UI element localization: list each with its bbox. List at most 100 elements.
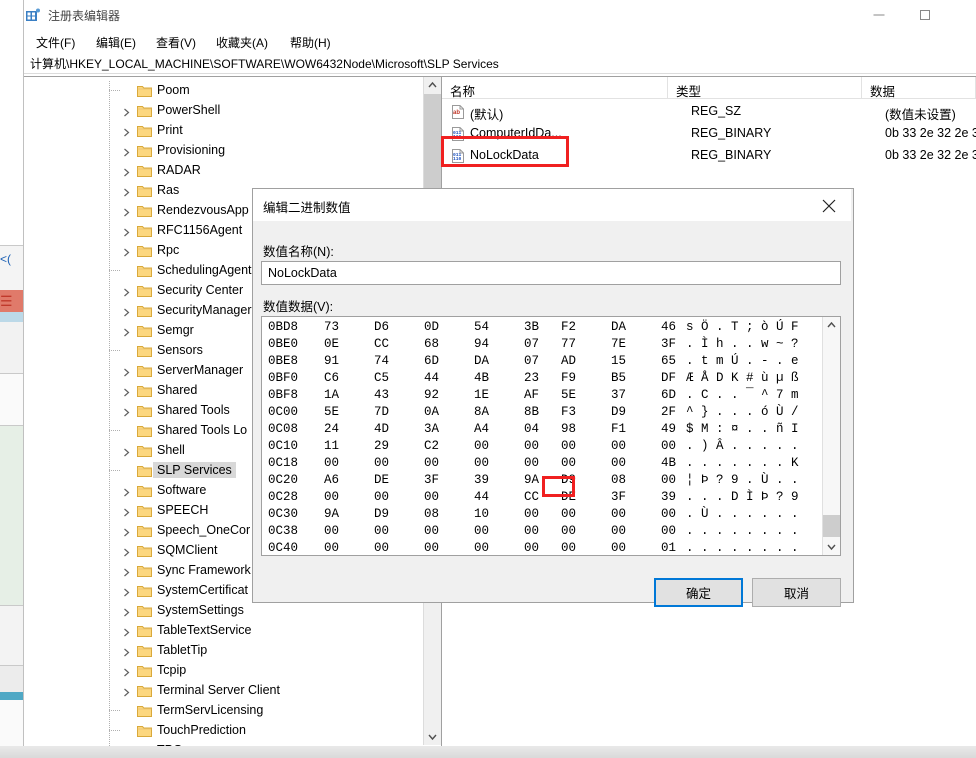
chevron-right-icon[interactable] [122, 126, 131, 137]
tree-node-print[interactable]: Print [24, 121, 424, 141]
tree-node-systemsettings[interactable]: SystemSettings [24, 601, 424, 621]
hex-byte[interactable]: D9 [561, 473, 576, 487]
hex-byte[interactable]: 00 [524, 439, 539, 453]
hex-byte[interactable]: 08 [611, 473, 626, 487]
hex-byte[interactable]: CC [374, 337, 389, 351]
hex-byte[interactable]: 4B [661, 456, 676, 470]
hex-byte[interactable]: DF [661, 371, 676, 385]
hex-byte[interactable]: 00 [561, 524, 576, 538]
hex-byte[interactable]: A4 [474, 422, 489, 436]
hex-byte[interactable]: D9 [611, 405, 626, 419]
table-row[interactable]: 011 110 ComputerIdDa... REG_BINARY 0b 33 2e … [442, 123, 976, 145]
hex-byte[interactable]: 0D [424, 320, 439, 334]
hex-byte[interactable]: 00 [424, 490, 439, 504]
close-button[interactable] [948, 0, 976, 30]
chevron-right-icon[interactable] [122, 386, 131, 397]
hex-byte[interactable]: 8A [474, 405, 489, 419]
hex-byte[interactable]: 00 [561, 456, 576, 470]
menu-favorites[interactable]: 收藏夹(A) [212, 33, 272, 52]
hex-byte[interactable]: 4D [374, 422, 389, 436]
hex-byte[interactable]: 00 [524, 524, 539, 538]
hex-byte[interactable]: F9 [561, 371, 576, 385]
address-bar[interactable]: 计算机\HKEY_LOCAL_MACHINE\SOFTWARE\WOW6432N… [24, 53, 976, 74]
tree-node-tabletextservice[interactable]: TableTextService [24, 621, 424, 641]
hex-byte[interactable]: 00 [524, 541, 539, 555]
hex-byte[interactable]: 0A [424, 405, 439, 419]
dialog-close-button[interactable] [807, 189, 851, 221]
hex-byte[interactable]: 49 [661, 422, 676, 436]
hex-byte[interactable]: 8B [524, 405, 539, 419]
hex-byte[interactable]: 00 [474, 541, 489, 555]
hex-byte[interactable]: 04 [524, 422, 539, 436]
hex-byte[interactable]: C2 [424, 439, 439, 453]
chevron-right-icon[interactable] [122, 546, 131, 557]
chevron-right-icon[interactable] [122, 686, 131, 697]
hex-byte[interactable]: 23 [524, 371, 539, 385]
hex-byte[interactable]: 00 [374, 541, 389, 555]
hex-byte[interactable]: 3F [661, 337, 676, 351]
hex-byte[interactable]: A6 [324, 473, 339, 487]
hex-byte[interactable]: 00 [524, 456, 539, 470]
hex-scrollbar[interactable] [822, 317, 840, 555]
chevron-right-icon[interactable] [122, 646, 131, 657]
hex-byte[interactable]: 54 [474, 320, 489, 334]
hex-byte[interactable]: 00 [611, 456, 626, 470]
chevron-right-icon[interactable] [122, 326, 131, 337]
hex-byte[interactable]: 3A [424, 422, 439, 436]
hex-byte[interactable]: 00 [661, 439, 676, 453]
hex-byte[interactable]: 00 [324, 490, 339, 504]
hex-byte[interactable]: 00 [561, 541, 576, 555]
column-header-name[interactable]: 名称 [442, 77, 668, 99]
hex-byte[interactable]: 01 [661, 541, 676, 555]
hex-byte[interactable]: 3B [524, 320, 539, 334]
hex-byte[interactable]: 6D [424, 354, 439, 368]
hex-byte[interactable]: 0E [324, 337, 339, 351]
hex-byte[interactable]: 07 [524, 337, 539, 351]
hex-byte[interactable]: 00 [611, 439, 626, 453]
hex-byte[interactable]: 00 [474, 456, 489, 470]
chevron-right-icon[interactable] [122, 446, 131, 457]
hex-byte[interactable]: D6 [374, 320, 389, 334]
menu-help[interactable]: 帮助(H) [286, 33, 335, 52]
tree-node-tcpip[interactable]: Tcpip [24, 661, 424, 681]
hex-byte[interactable]: DE [561, 490, 576, 504]
hex-byte[interactable]: 00 [661, 507, 676, 521]
hex-byte[interactable]: 07 [524, 354, 539, 368]
hex-row[interactable]: 0C20 A6 DE 3F 39 9A D9 08 00 ¦ Þ ? 9 . Ù . . [262, 473, 840, 490]
chevron-right-icon[interactable] [122, 366, 131, 377]
hex-byte[interactable]: 11 [324, 439, 339, 453]
hex-byte[interactable]: F1 [611, 422, 626, 436]
hex-byte[interactable]: 73 [324, 320, 339, 334]
tree-node-provisioning[interactable]: Provisioning [24, 141, 424, 161]
tree-node-termservlicensing[interactable]: TermServLicensing [24, 701, 424, 721]
tree-node-radar[interactable]: RADAR [24, 161, 424, 181]
hex-row[interactable]: 0BE0 0E CC 68 94 07 77 7E 3F . Ì h . . w ~ ? [262, 337, 840, 354]
hex-byte[interactable]: 37 [611, 388, 626, 402]
hex-byte[interactable]: 43 [374, 388, 389, 402]
hex-byte[interactable]: 9A [524, 473, 539, 487]
hex-byte[interactable]: 74 [374, 354, 389, 368]
hex-byte[interactable]: B5 [611, 371, 626, 385]
hex-byte[interactable]: AF [524, 388, 539, 402]
tree-node-terminal-server-client[interactable]: Terminal Server Client [24, 681, 424, 701]
hex-byte[interactable]: 7E [611, 337, 626, 351]
menu-edit[interactable]: 编辑(E) [92, 33, 140, 52]
hex-byte[interactable]: 00 [611, 524, 626, 538]
maximize-button[interactable] [902, 0, 948, 30]
hex-scroll-up-button[interactable] [823, 317, 840, 334]
hex-row[interactable]: 0C08 24 4D 3A A4 04 98 F1 49 $ M : ¤ . . ñ I [262, 422, 840, 439]
tree-scroll-up-button[interactable] [424, 77, 441, 94]
chevron-right-icon[interactable] [122, 246, 131, 257]
hex-byte[interactable]: 00 [524, 507, 539, 521]
chevron-right-icon[interactable] [122, 486, 131, 497]
hex-row[interactable]: 0BD8 73 D6 0D 54 3B F2 DA 46 s Ö . T ; ò Ú F [262, 320, 840, 337]
hex-byte[interactable]: 00 [561, 507, 576, 521]
hex-row[interactable]: 0C00 5E 7D 0A 8A 8B F3 D9 2F ^ } . . . ó Ù / [262, 405, 840, 422]
hex-byte[interactable]: F3 [561, 405, 576, 419]
hex-byte[interactable]: 00 [611, 507, 626, 521]
hex-byte[interactable]: 00 [661, 473, 676, 487]
chevron-right-icon[interactable] [122, 306, 131, 317]
column-header-type[interactable]: 类型 [668, 77, 862, 99]
tree-node-tablettip[interactable]: TabletTip [24, 641, 424, 661]
tree-scroll-down-button[interactable] [424, 728, 441, 745]
